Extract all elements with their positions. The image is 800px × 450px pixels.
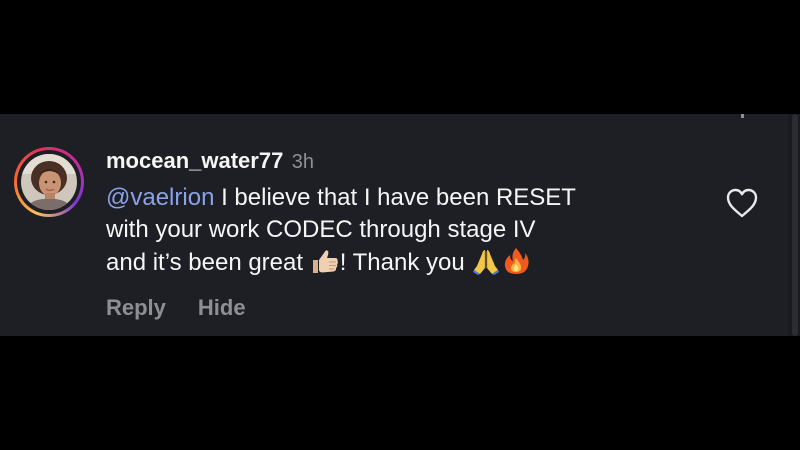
comment-panel: mocean_water77 3h @vaelrion I believe th… <box>0 114 800 336</box>
avatar[interactable] <box>21 154 77 210</box>
comment-text-line2: with your work CODEC through stage IV <box>106 216 536 243</box>
comment-text-line1: I believe that I have been RESET <box>214 184 576 211</box>
folded-hands-icon <box>471 246 501 276</box>
comment-body: mocean_water77 3h @vaelrion I believe th… <box>106 146 706 323</box>
heart-outline-icon <box>726 188 758 218</box>
panel-edge-marker <box>741 114 744 118</box>
comment-text-line3-b: ! Thank you <box>339 249 472 276</box>
timestamp: 3h <box>291 151 315 173</box>
avatar-border <box>17 150 81 214</box>
comment-meta: mocean_water77 3h <box>106 146 706 176</box>
fire-icon <box>501 246 531 276</box>
avatar-photo <box>21 154 77 210</box>
reply-button[interactable]: Reply <box>106 293 166 323</box>
comment-actions: Reply Hide <box>106 293 706 323</box>
mention-link[interactable]: @vaelrion <box>106 184 214 211</box>
like-button[interactable] <box>724 186 760 220</box>
screen: mocean_water77 3h @vaelrion I believe th… <box>0 0 800 450</box>
scrollbar-thumb[interactable] <box>792 114 798 336</box>
thumbs-up-icon <box>310 246 340 276</box>
username[interactable]: mocean_water77 <box>106 148 283 173</box>
hide-button[interactable]: Hide <box>198 293 246 323</box>
story-ring[interactable] <box>14 147 84 217</box>
comment-text-line3-a: and it’s been great <box>106 249 310 276</box>
scrollbar[interactable] <box>788 114 800 336</box>
comment-text: @vaelrion I believe that I have been RES… <box>106 182 706 279</box>
